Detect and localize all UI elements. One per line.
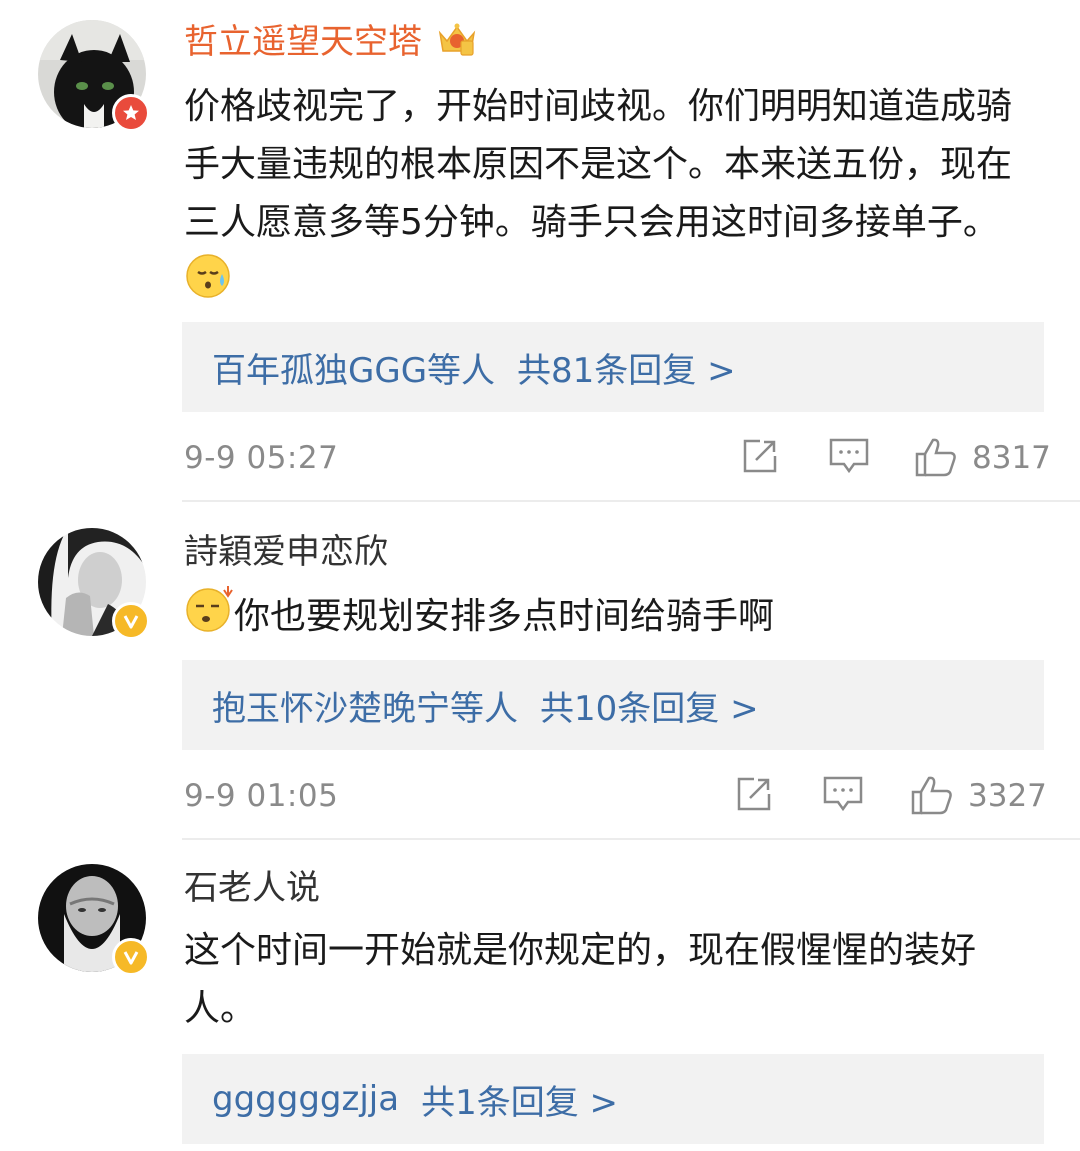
comment-text-content: 你也要规划安排多点时间给骑手啊	[234, 596, 775, 637]
comment-icon[interactable]	[828, 436, 870, 476]
like-icon[interactable]	[914, 436, 958, 478]
divider	[182, 500, 1080, 502]
reply-summary[interactable]: ggggggzjja 共1条回复 >	[182, 1054, 1044, 1144]
like-icon[interactable]	[910, 774, 954, 816]
reply-count-link[interactable]: 共81条回复 >	[517, 343, 736, 392]
yawn-emoji-icon	[184, 584, 234, 652]
comment-text: 你也要规划安排多点时间给骑手啊	[184, 584, 1044, 652]
username[interactable]: 詩穎爱申恋欣	[184, 530, 388, 574]
vip-crown-icon	[438, 23, 475, 56]
comment-meta: 9-9 01:05 3327	[184, 772, 1047, 822]
username[interactable]: 哲立遥望天空塔	[184, 20, 477, 64]
avatar[interactable]	[38, 864, 150, 976]
star-icon	[123, 105, 139, 120]
reply-users: ggggggzjja	[212, 1079, 400, 1119]
comment-text: 价格歧视完了，开始时间歧视。你们明明知道造成骑手大量违规的根本原因不是这个。本来…	[184, 78, 1044, 318]
like-count: 3327	[968, 778, 1047, 814]
reply-summary[interactable]: 百年孤独GGG等人 共81条回复 >	[182, 322, 1044, 412]
comment-text-content: 价格歧视完了，开始时间歧视。你们明明知道造成骑手大量违规的根本原因不是这个。本来…	[184, 86, 1013, 243]
reply-count-link[interactable]: 共1条回复 >	[421, 1075, 618, 1124]
username-text: 哲立遥望天空塔	[184, 22, 422, 62]
like-count: 8317	[972, 440, 1051, 476]
reply-users: 抱玉怀沙楚晚宁等人	[212, 688, 518, 729]
comment-text-content: 这个时间一开始就是你规定的，现在假惺惺的装好人。	[184, 930, 977, 1029]
reply-summary[interactable]: 抱玉怀沙楚晚宁等人 共10条回复 >	[182, 660, 1044, 750]
username[interactable]: 石老人说	[184, 866, 320, 910]
share-icon[interactable]	[734, 774, 774, 814]
timestamp: 9-9 01:05	[184, 778, 339, 814]
verified-v-icon	[123, 951, 139, 965]
reply-users: 百年孤独GGG等人	[212, 350, 496, 391]
share-icon[interactable]	[740, 436, 780, 476]
yellow-v-badge	[112, 938, 150, 976]
yellow-v-badge	[112, 602, 150, 640]
avatar[interactable]	[38, 20, 150, 132]
verified-v-icon	[123, 615, 139, 629]
reply-count-link[interactable]: 共10条回复 >	[540, 681, 759, 730]
sweat-emoji-icon	[184, 252, 232, 318]
timestamp: 9-9 05:27	[184, 440, 339, 476]
red-star-badge	[112, 94, 150, 132]
avatar[interactable]	[38, 528, 150, 640]
divider	[182, 838, 1080, 840]
comment-text: 这个时间一开始就是你规定的，现在假惺惺的装好人。	[184, 922, 1044, 1038]
comment-meta: 9-9 05:27 8317	[184, 434, 1051, 484]
comment-icon[interactable]	[822, 774, 864, 814]
